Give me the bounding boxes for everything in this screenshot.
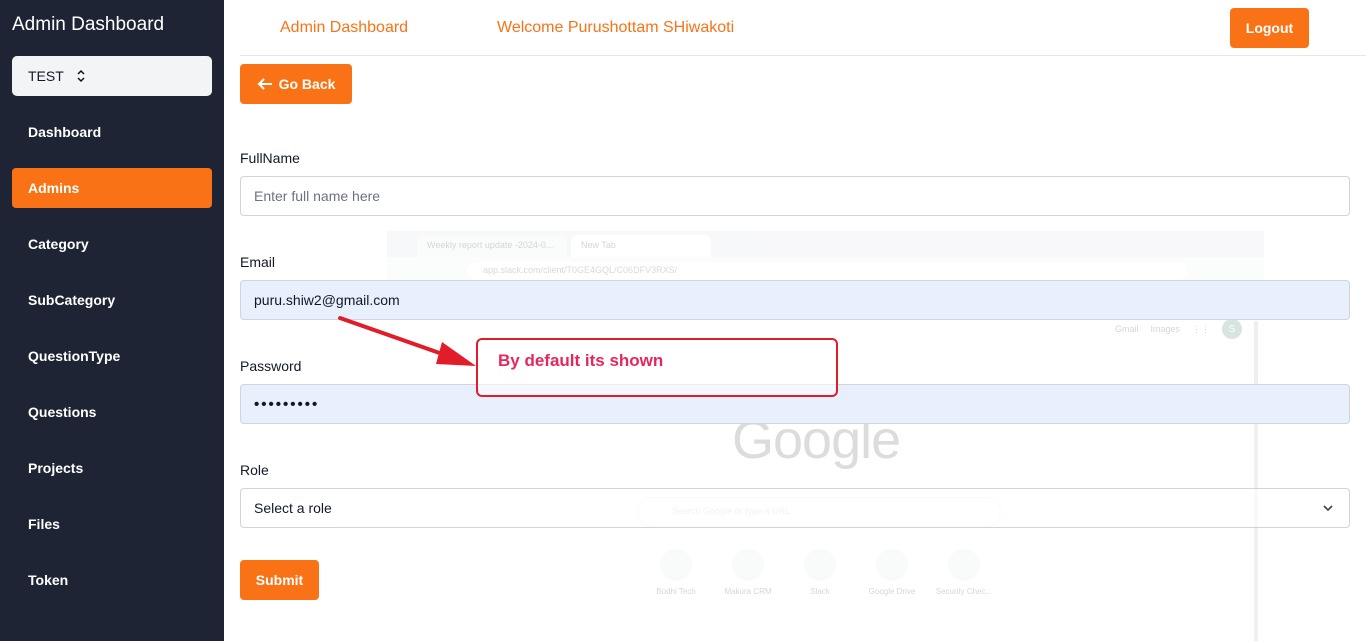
shortcut-tile: Google Drive: [862, 549, 922, 596]
welcome-text: Welcome Purushottam SHiwakoti: [497, 19, 735, 36]
header-title-link[interactable]: Admin Dashboard: [280, 19, 408, 37]
annotation-text: By default its shown: [498, 351, 664, 370]
fullname-label: FullName: [240, 150, 300, 166]
project-select[interactable]: TEST: [12, 56, 212, 96]
submit-button[interactable]: Submit: [240, 560, 319, 600]
go-back-button[interactable]: Go Back: [240, 64, 352, 104]
go-back-label: Go Back: [278, 76, 336, 92]
browser-scrollbar: [1254, 321, 1258, 641]
top-header: Admin Dashboard Welcome Purushottam SHiw…: [240, 0, 1366, 56]
gmail-link: Gmail: [1114, 324, 1139, 334]
chevron-down-icon: [1321, 501, 1335, 518]
browser-tab: New Tab: [571, 235, 711, 257]
sidebar-item-token[interactable]: Token: [12, 560, 212, 600]
avatar: S: [1222, 319, 1242, 339]
role-select[interactable]: Select a role: [240, 488, 1350, 528]
password-value: •••••••••: [254, 395, 320, 413]
images-link: Images: [1150, 324, 1180, 334]
project-select-value: TEST: [28, 68, 64, 84]
fullname-input[interactable]: Enter full name here: [240, 176, 1350, 216]
annotation-arrow-icon: [338, 316, 476, 366]
shortcut-tile: Makura CRM: [718, 549, 778, 596]
email-value: puru.shiw2@gmail.com: [254, 292, 400, 308]
shortcut-tile: Slack: [790, 549, 850, 596]
email-label: Email: [240, 254, 276, 270]
sidebar: Admin Dashboard TEST Dashboard Admins Ca…: [0, 0, 224, 641]
sidebar-item-dashboard[interactable]: Dashboard: [12, 112, 212, 152]
shortcut-tile: Security Chec...: [934, 549, 994, 596]
browser-tab: Weekly report update -2024-0...: [417, 235, 567, 257]
role-select-value: Select a role: [254, 500, 332, 516]
logout-button[interactable]: Logout: [1230, 8, 1309, 48]
fullname-placeholder: Enter full name here: [254, 188, 381, 204]
browser-url: app.slack.com/client/T0GE4GQL/C06DFV3RXS…: [467, 262, 1187, 280]
sidebar-item-projects[interactable]: Projects: [12, 448, 212, 488]
apps-grid-icon: ⋮⋮: [1192, 323, 1210, 334]
sidebar-item-admins[interactable]: Admins: [12, 168, 212, 208]
chevron-up-down-icon: [76, 69, 86, 83]
password-label: Password: [240, 358, 302, 374]
sidebar-item-questiontype[interactable]: QuestionType: [12, 336, 212, 376]
sidebar-item-questions[interactable]: Questions: [12, 392, 212, 432]
sidebar-item-subcategory[interactable]: SubCategory: [12, 280, 212, 320]
sidebar-item-category[interactable]: Category: [12, 224, 212, 264]
browser-tabs: Weekly report update -2024-0... New Tab: [387, 231, 1264, 257]
sidebar-title: Admin Dashboard: [12, 14, 165, 35]
role-label: Role: [240, 462, 269, 478]
google-top-links: Gmail Images ⋮⋮ S: [1115, 319, 1242, 339]
sidebar-item-files[interactable]: Files: [12, 504, 212, 544]
shortcut-tile: Bodhi Tech: [646, 549, 706, 596]
arrow-left-icon: [257, 78, 272, 90]
